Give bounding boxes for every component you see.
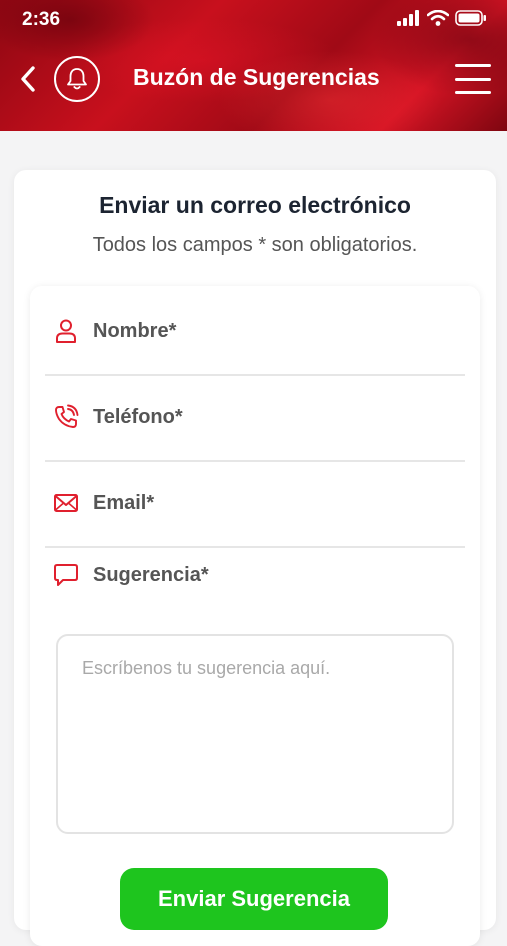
chevron-left-icon bbox=[21, 66, 35, 92]
phone-field[interactable]: Teléfono* bbox=[45, 374, 465, 462]
suggestion-form: Nombre* Teléfono* Email* Sugerencia* Esc… bbox=[30, 286, 480, 946]
user-icon bbox=[53, 318, 79, 344]
signal-icon bbox=[397, 10, 419, 26]
notifications-button[interactable] bbox=[54, 56, 100, 102]
suggestion-label: Sugerencia* bbox=[93, 563, 209, 586]
email-field-label: Email* bbox=[93, 491, 155, 514]
suggestion-card: Enviar un correo electrónico Todos los c… bbox=[14, 170, 496, 946]
mail-icon bbox=[53, 490, 79, 516]
email-field[interactable]: Email* bbox=[45, 460, 465, 548]
back-button[interactable] bbox=[14, 62, 42, 96]
suggestion-label-row: Sugerencia* bbox=[53, 562, 209, 588]
name-field-label: Nombre* bbox=[93, 319, 177, 342]
card-subtitle: Todos los campos * son obligatorios. bbox=[92, 234, 418, 256]
menu-line bbox=[455, 91, 491, 94]
app-header: 2:36 Buzón de Sugerencias bbox=[0, 0, 507, 131]
phone-icon bbox=[53, 404, 79, 430]
phone-field-label: Teléfono* bbox=[93, 405, 183, 428]
page-title: Buzón de Sugerencias bbox=[133, 64, 380, 90]
status-time: 2:36 bbox=[22, 9, 61, 30]
menu-line bbox=[455, 77, 491, 81]
menu-button[interactable] bbox=[455, 64, 491, 94]
name-field[interactable]: Nombre* bbox=[45, 288, 465, 376]
wifi-icon bbox=[427, 10, 449, 26]
submit-button[interactable]: Enviar Sugerencia bbox=[120, 868, 388, 930]
battery-icon bbox=[455, 10, 486, 26]
menu-line bbox=[455, 64, 491, 67]
status-icons bbox=[397, 10, 487, 26]
bell-icon bbox=[67, 68, 87, 90]
card-title: Enviar un correo electrónico bbox=[99, 192, 411, 218]
chat-icon bbox=[53, 562, 79, 588]
suggestion-textarea[interactable]: Escríbenos tu sugerencia aquí. bbox=[56, 634, 454, 834]
suggestion-placeholder: Escríbenos tu sugerencia aquí. bbox=[82, 658, 331, 678]
